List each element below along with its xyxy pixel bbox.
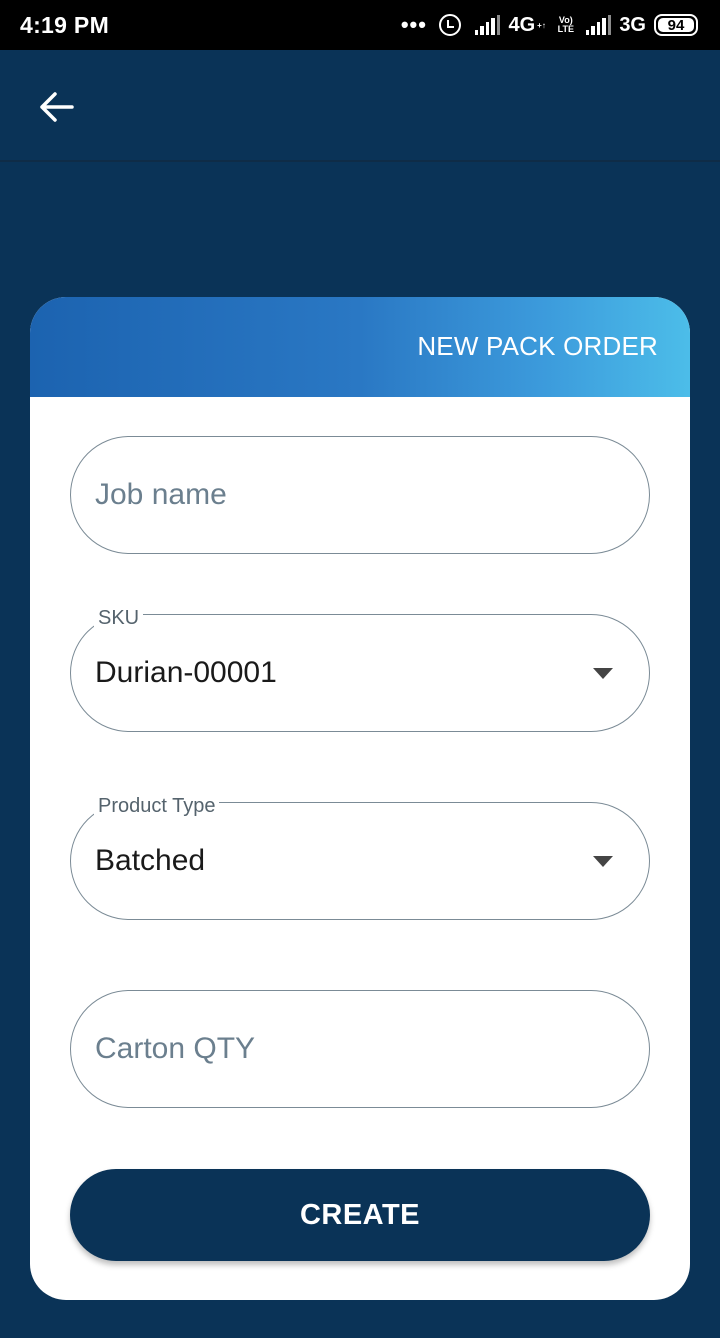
signal-strength-icon [474, 15, 501, 35]
network-type-1: 4G [508, 13, 536, 36]
job-name-field[interactable]: Job name [70, 436, 650, 554]
card-title: NEW PACK ORDER [417, 331, 658, 361]
new-pack-order-card: NEW PACK ORDER Job name Durian-00001 SKU… [30, 297, 690, 1300]
signal-strength-icon-2 [585, 15, 612, 35]
chevron-down-icon [593, 668, 613, 679]
arrow-left-icon [40, 92, 74, 122]
battery-icon: 94 [654, 14, 698, 36]
product-type-label: Product Type [94, 795, 220, 818]
alarm-icon [438, 14, 461, 36]
volte-icon: Vo) LTE [557, 15, 574, 34]
card-header: NEW PACK ORDER [30, 297, 690, 397]
product-type-dropdown[interactable]: Batched [70, 802, 650, 920]
sku-selected-value: Durian-00001 [95, 656, 277, 689]
status-icons: ••• 4G +↑ Vo) LTE 3G 94 [401, 12, 698, 38]
chevron-down-icon [593, 856, 613, 867]
network-activity-icon: +↑ [537, 21, 546, 30]
back-button[interactable] [32, 84, 80, 130]
product-type-selected-value: Batched [95, 844, 206, 877]
carton-qty-field[interactable]: Carton QTY [70, 990, 650, 1108]
sku-label: SKU [94, 607, 144, 630]
job-name-placeholder: Job name [95, 478, 227, 511]
sku-dropdown[interactable]: Durian-00001 [70, 614, 650, 732]
screen: 4:19 PM ••• 4G +↑ Vo) LTE 3G 94 NEW PACK… [0, 0, 720, 1338]
create-button[interactable]: CREATE [70, 1169, 650, 1261]
status-bar: 4:19 PM ••• 4G +↑ Vo) LTE 3G 94 [0, 0, 720, 50]
app-bar [0, 50, 720, 162]
status-time: 4:19 PM [20, 11, 110, 38]
more-notifications-icon: ••• [400, 12, 427, 37]
battery-level: 94 [667, 16, 685, 34]
carton-qty-placeholder: Carton QTY [95, 1032, 256, 1065]
network-type-2: 3G [619, 13, 646, 36]
